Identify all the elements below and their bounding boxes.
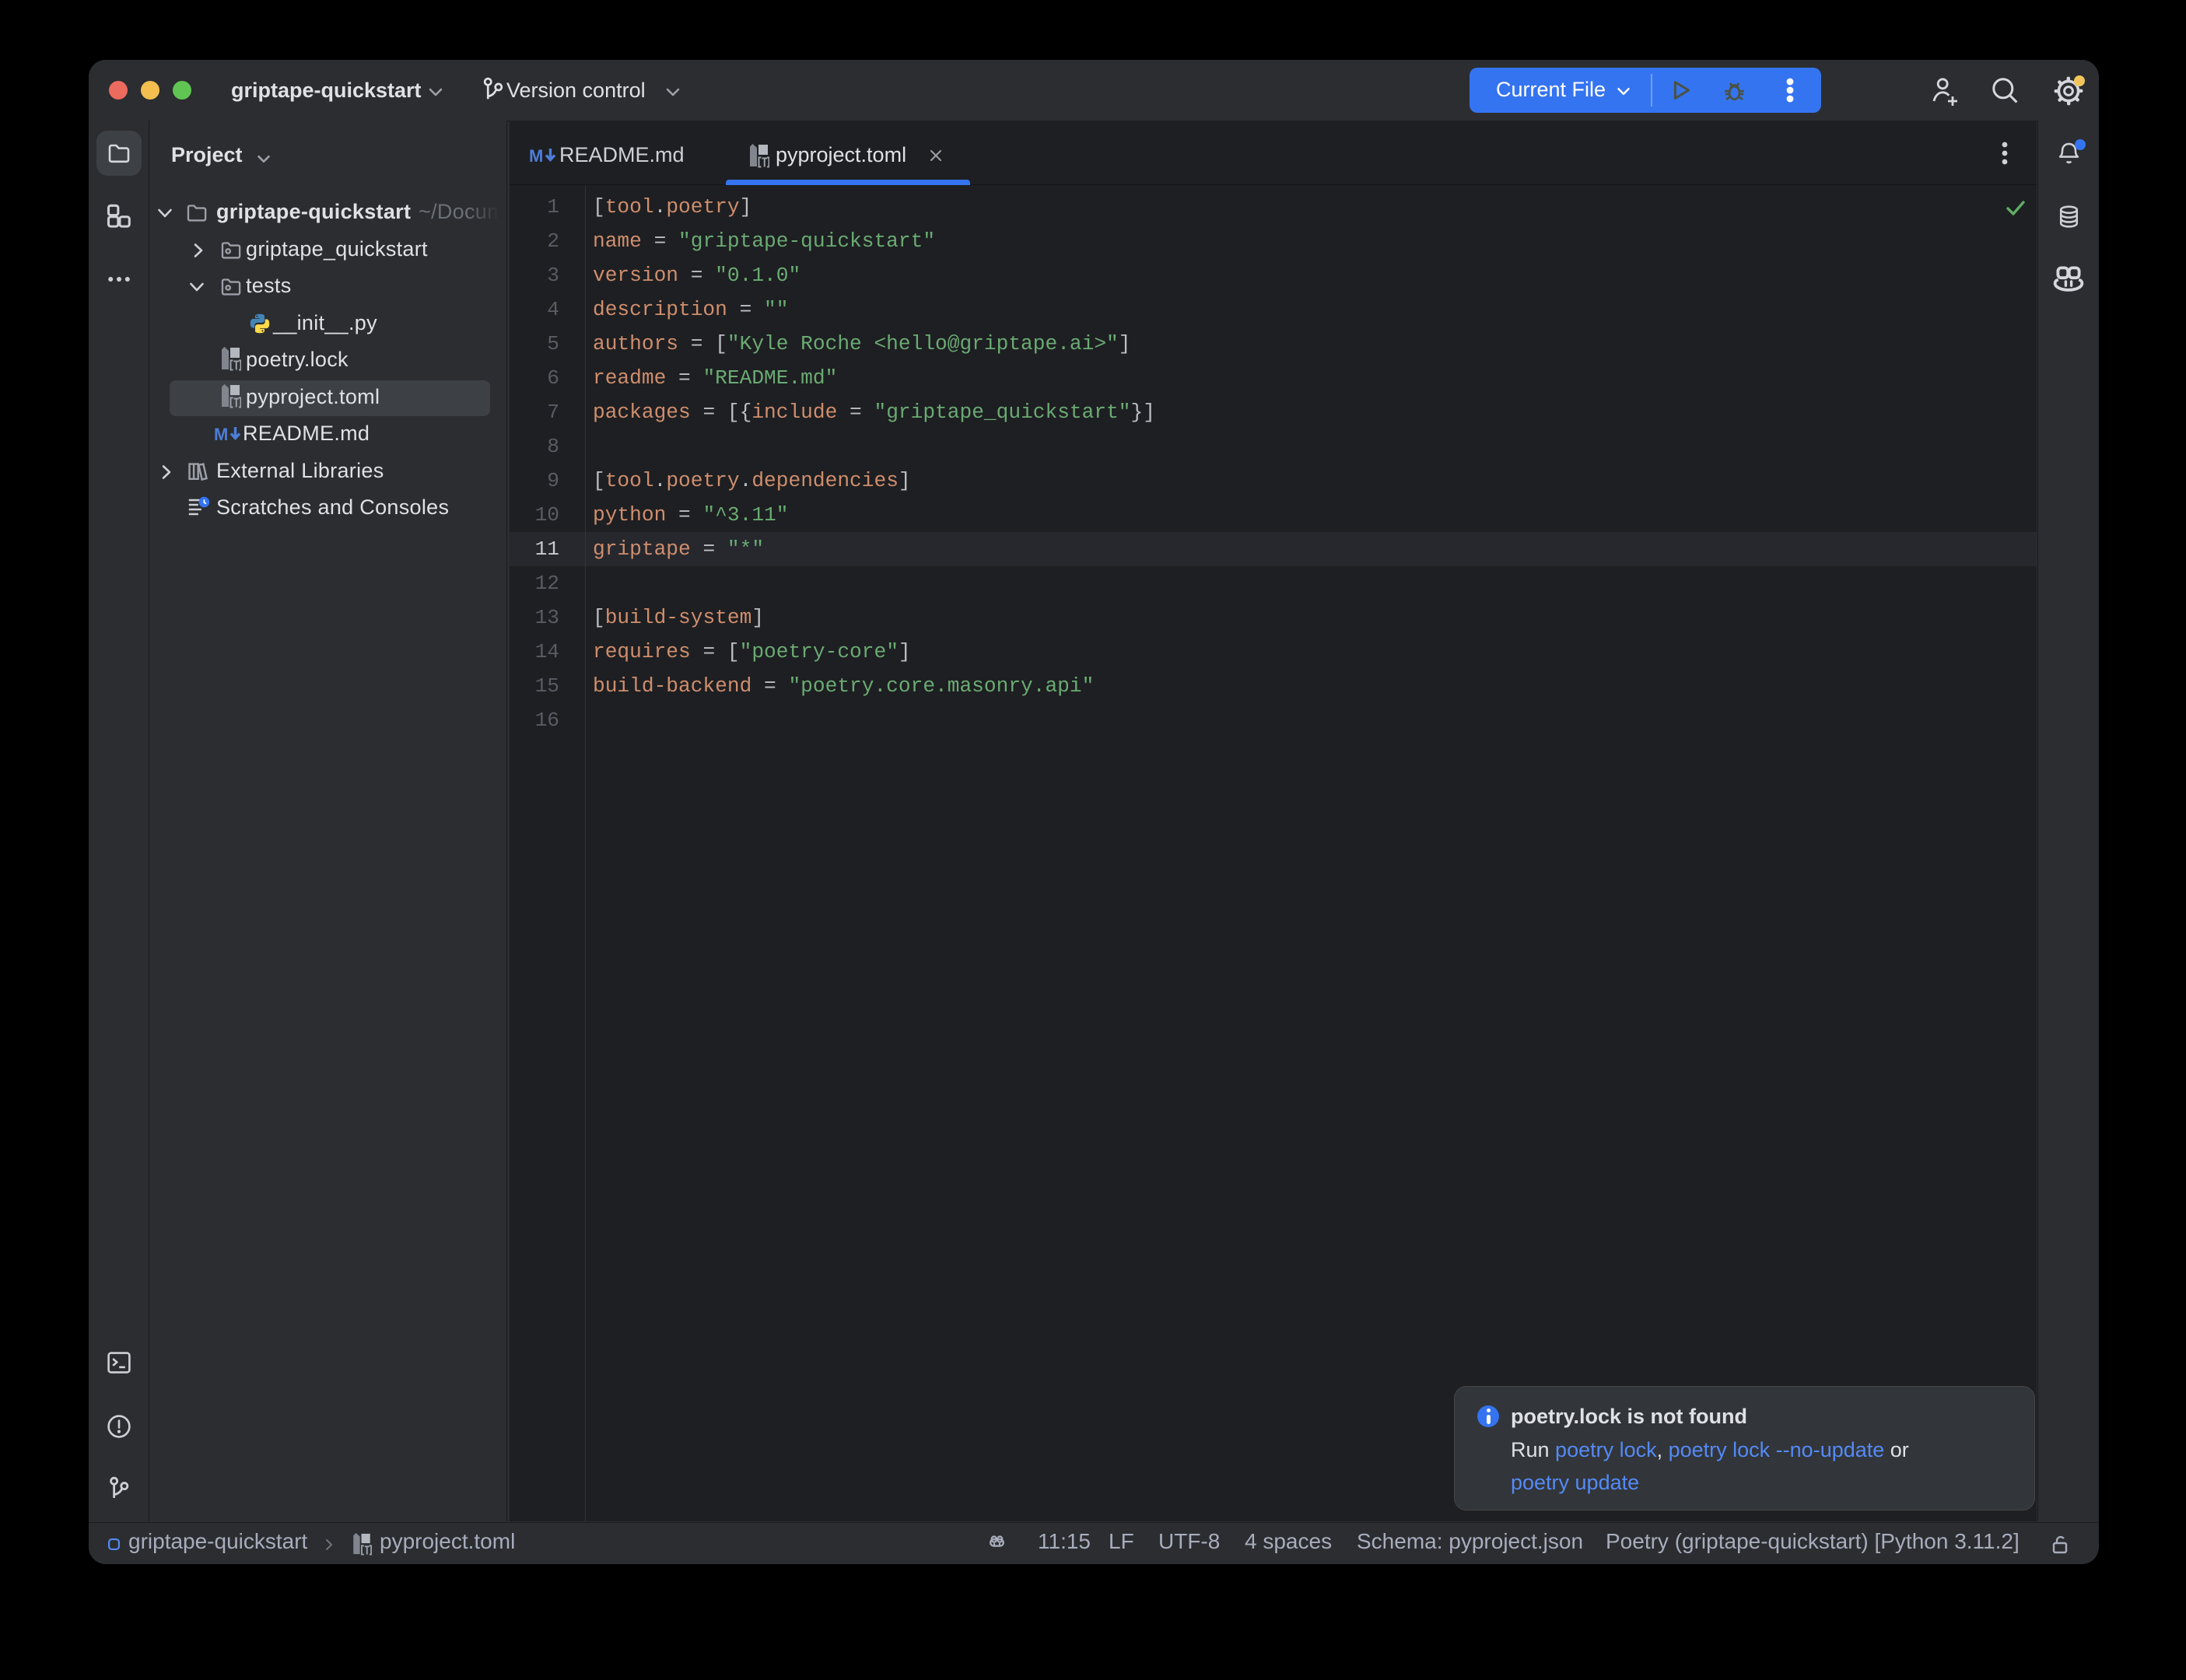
svg-text:M: M bbox=[214, 425, 229, 443]
svg-text:M: M bbox=[529, 146, 543, 165]
